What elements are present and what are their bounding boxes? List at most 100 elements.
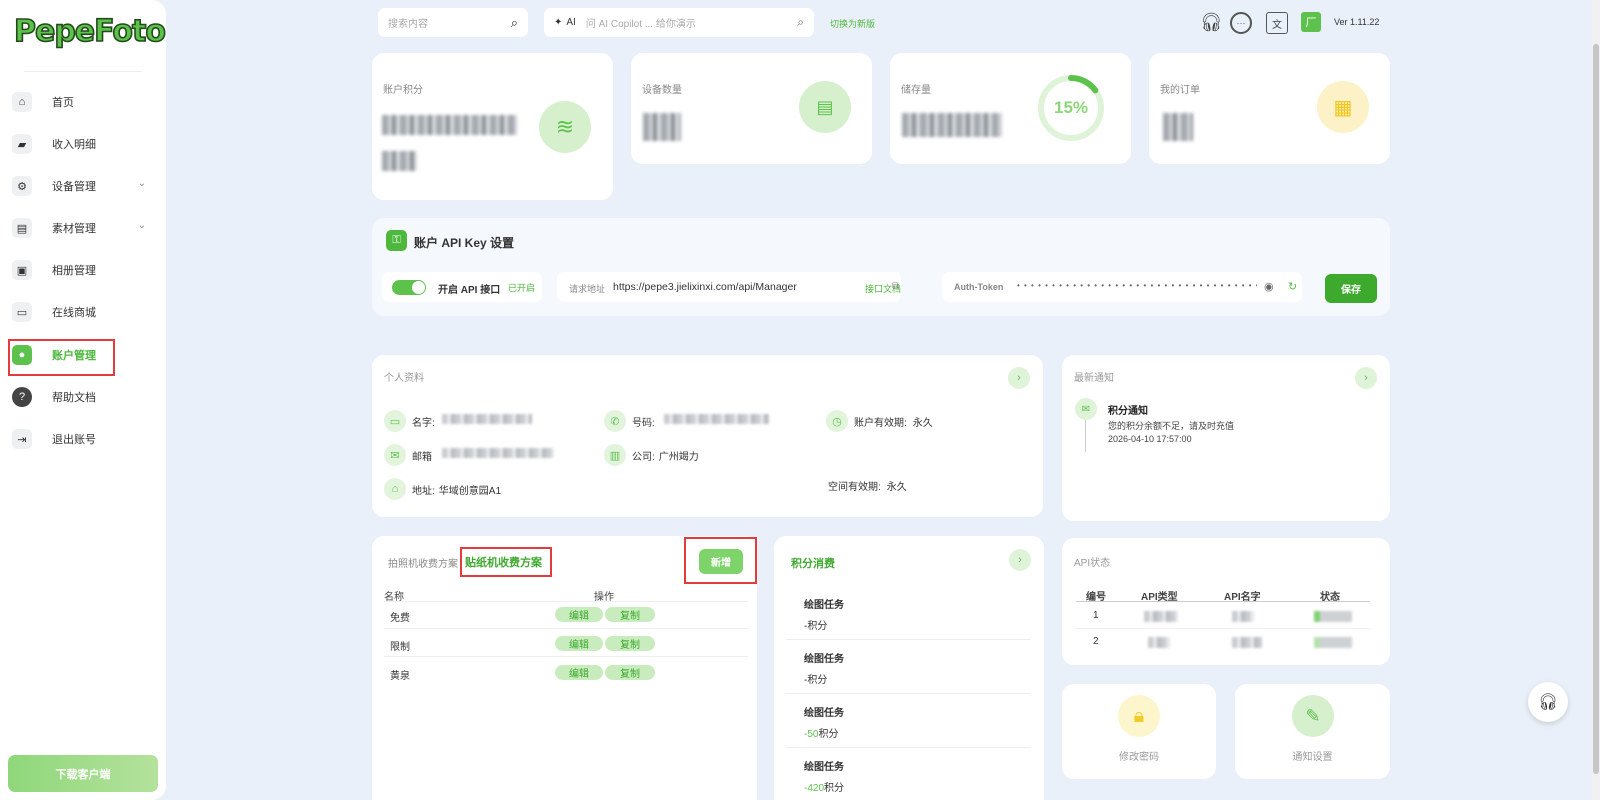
sidebar-item-help[interactable]: ? 帮助文档 xyxy=(12,382,154,412)
notification-edit-icon: ✎ xyxy=(1292,695,1334,737)
chat-icon[interactable]: ··· xyxy=(1230,12,1252,34)
chevron-down-icon: ⌄ xyxy=(137,178,146,189)
avatar[interactable]: 厂 xyxy=(1301,12,1321,32)
logout-icon: ⇥ xyxy=(12,429,32,449)
copy-button[interactable]: 复制 xyxy=(605,665,655,680)
copy-button[interactable]: 复制 xyxy=(605,607,655,622)
profile-name-redacted xyxy=(442,414,532,424)
sidebar-item-album[interactable]: ▣ 相册管理 xyxy=(12,255,154,285)
api-key-card: ⚿ 账户 API Key 设置 开启 API 接口 已开启 请求地址 https… xyxy=(372,218,1390,316)
photo-icon: ▣ xyxy=(12,260,32,280)
search-placeholder: 搜索内容 xyxy=(388,19,428,30)
points-value-redacted xyxy=(382,115,517,135)
home-icon: ⌂ xyxy=(12,92,32,112)
download-client-button[interactable]: 下载客户端 xyxy=(8,755,158,792)
sidebar-item-home[interactable]: ⌂ 首页 xyxy=(12,87,154,117)
api-url-box: 请求地址 https://pepe3.jielixinxi.com/api/Ma… xyxy=(557,272,901,302)
consume-task: 绘图任务 xyxy=(804,708,844,719)
api-row-id: 2 xyxy=(1093,636,1099,647)
orders-label: 我的订单 xyxy=(1160,85,1200,96)
ai-copilot-input[interactable]: ✦ AI 问 AI Copilot ... 给你演示 ⌕ xyxy=(544,8,814,37)
plan-name: 黄泉 xyxy=(390,671,410,682)
devices-value-redacted xyxy=(643,113,681,141)
profile-address-row: ⌂ 地址: 华域创意园A1 xyxy=(384,478,501,500)
points-card: 账户积分 ≋ xyxy=(372,53,613,200)
clipboard-icon: ▦ xyxy=(1317,81,1369,133)
consume-unit: 积分 xyxy=(807,621,828,632)
search-icon[interactable]: ⌕ xyxy=(511,15,518,31)
sidebar-item-logout[interactable]: ⇥ 退出账号 xyxy=(12,424,154,454)
tab-photo-pricing[interactable]: 拍照机收费方案 xyxy=(388,555,458,570)
search-input[interactable]: 搜索内容 ⌕ xyxy=(378,8,528,37)
api-toggle-switch[interactable] xyxy=(392,280,426,295)
profile-email-row: ✉ 邮箱 xyxy=(384,444,432,466)
scrollbar-thumb[interactable] xyxy=(1593,44,1599,774)
sidebar-item-store[interactable]: ▭ 在线商城 xyxy=(12,297,154,327)
notice-item-title[interactable]: 积分通知 xyxy=(1108,402,1148,417)
change-password-card[interactable]: 🔒︎ 修改密码 xyxy=(1062,684,1216,779)
profile-validity-label: 账户有效期: xyxy=(854,417,907,429)
profile-name-row: ▭ 名字: xyxy=(384,410,435,432)
chevron-right-icon[interactable]: › xyxy=(1008,367,1030,389)
translate-icon[interactable]: 文 xyxy=(1266,12,1288,34)
notification-settings-card[interactable]: ✎ 通知设置 xyxy=(1235,684,1390,779)
plan-actions: 编辑 复制 xyxy=(555,636,657,651)
points-consumption-card: 积分消费 › 绘图任务 -积分 绘图任务 -积分 绘图任务 -50积分 绘图任务… xyxy=(774,536,1044,800)
consume-title: 积分消费 xyxy=(791,558,835,570)
database-icon: ≋ xyxy=(539,101,591,153)
highlight-box-add-button xyxy=(684,537,757,584)
copy-icon[interactable]: ⧉ xyxy=(892,281,899,292)
api-url-value[interactable]: https://pepe3.jielixinxi.com/api/Manager xyxy=(613,281,797,293)
chevron-right-icon[interactable]: › xyxy=(1009,549,1031,571)
sidebar-item-label: 收入明细 xyxy=(52,139,96,151)
search-icon[interactable]: ⌕ xyxy=(797,15,804,30)
profile-company-value: 广州竭力 xyxy=(658,451,699,463)
api-toggle-status: 已开启 xyxy=(508,283,536,293)
profile-phone-row: ✆ 号码: xyxy=(604,410,655,432)
profile-address-value: 华域创意园A1 xyxy=(438,485,502,497)
ai-placeholder: 问 AI Copilot ... 给你演示 xyxy=(585,19,696,30)
switch-version-link[interactable]: 切换为新版 xyxy=(830,17,875,30)
profile-company-label: 公司: xyxy=(632,451,655,463)
consume-unit: 积分 xyxy=(824,783,845,794)
sidebar-item-income[interactable]: ▰ 收入明细 xyxy=(12,129,154,159)
headset-icon[interactable]: 🎧︎ xyxy=(1200,12,1223,33)
version-label: Ver 1.11.22 xyxy=(1334,17,1380,27)
plan-name: 限制 xyxy=(390,642,410,653)
consume-item: 绘图任务 -420积分 xyxy=(804,758,844,794)
api-status-redacted xyxy=(1314,637,1352,648)
notice-item-time: 2026-04-10 17:57:00 xyxy=(1108,434,1192,444)
support-headset-icon[interactable]: 🎧︎ xyxy=(1528,682,1568,722)
edit-button[interactable]: 编辑 xyxy=(555,607,603,622)
eye-icon[interactable]: ◉ xyxy=(1264,280,1274,293)
sidebar-item-label: 设备管理 xyxy=(52,181,96,193)
highlight-box-sticker-tab xyxy=(460,547,552,577)
storage-label: 储存量 xyxy=(901,85,931,96)
profile-phone-label: 号码: xyxy=(632,417,655,429)
chevron-down-icon: ⌄ xyxy=(137,220,146,231)
page-scrollbar[interactable] xyxy=(1592,0,1600,800)
sidebar-item-label: 首页 xyxy=(52,97,74,109)
edit-button[interactable]: 编辑 xyxy=(555,636,603,651)
notice-title: 最新通知 xyxy=(1074,373,1114,384)
mail-icon: ✉ xyxy=(1075,398,1097,420)
gear-icon: ⚙ xyxy=(12,176,32,196)
chevron-right-icon[interactable]: › xyxy=(1355,367,1377,389)
sidebar-item-materials[interactable]: ▤ 素材管理 ⌄ xyxy=(12,213,154,243)
save-button[interactable]: 保存 xyxy=(1325,274,1377,303)
profile-validity-row: ◷ 账户有效期: 永久 xyxy=(826,410,933,432)
copy-button[interactable]: 复制 xyxy=(605,636,655,651)
sidebar-item-devices[interactable]: ⚙ 设备管理 ⌄ xyxy=(12,171,154,201)
storage-value-redacted xyxy=(902,113,1002,137)
profile-title: 个人资料 xyxy=(384,373,424,384)
orders-value-redacted xyxy=(1163,113,1193,141)
edit-button[interactable]: 编辑 xyxy=(555,665,603,680)
notification-settings-label: 通知设置 xyxy=(1292,752,1333,763)
profile-phone-redacted xyxy=(664,414,769,424)
phone-icon: ✆ xyxy=(604,410,626,432)
refresh-icon[interactable]: ↻ xyxy=(1288,280,1297,293)
key-icon: ⚿ xyxy=(386,230,407,251)
auth-token-field[interactable]: Auth-Token • • • • • • • • • • • • • • •… xyxy=(942,272,1302,302)
notice-item-text: 您的积分余额不足，请及时充值 xyxy=(1108,421,1235,431)
pricing-card: 拍照机收费方案 贴纸机收费方案 新增 名称 操作 免费 编辑 复制 限制 编辑 复制… xyxy=(372,536,757,800)
